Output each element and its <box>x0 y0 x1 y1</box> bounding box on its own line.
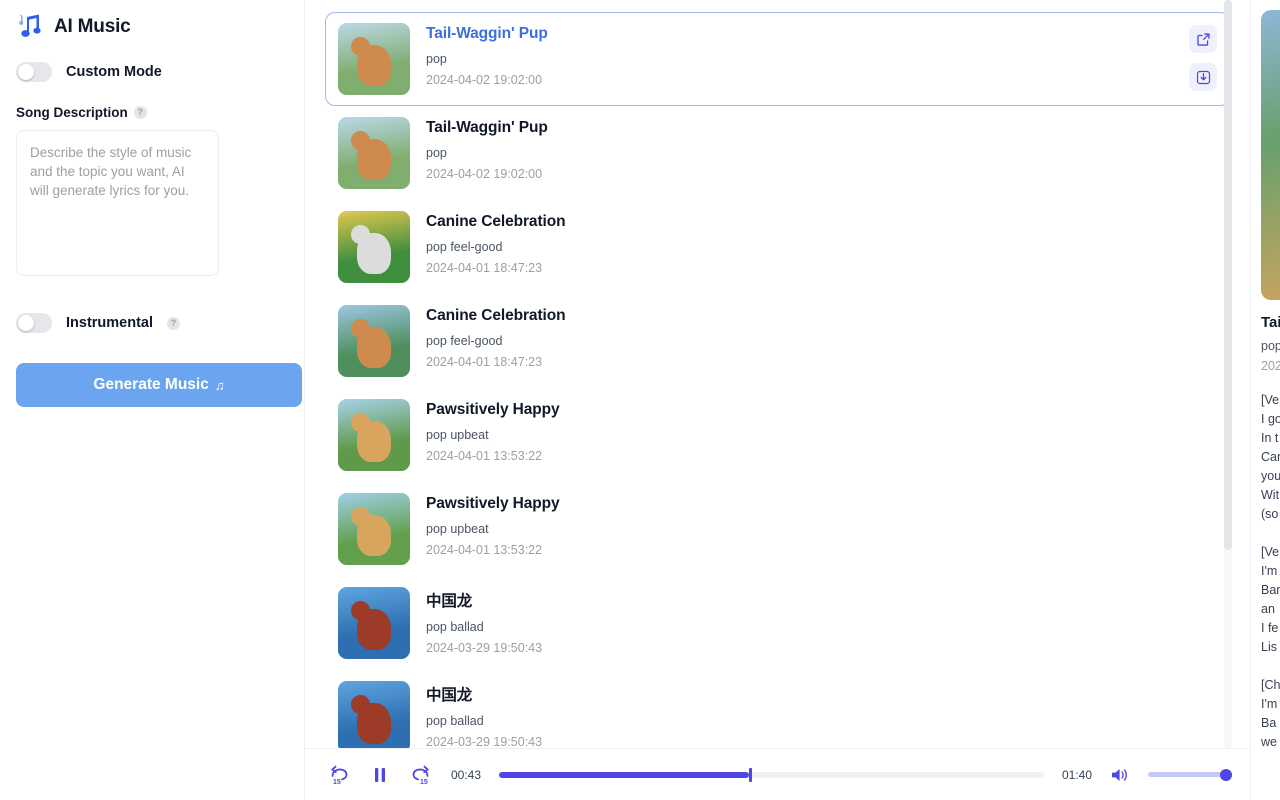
song-cover-thumbnail[interactable] <box>338 211 410 283</box>
song-description-input[interactable] <box>16 130 219 276</box>
instrumental-toggle[interactable] <box>16 313 52 333</box>
custom-mode-label: Custom Mode <box>66 64 162 80</box>
forward-15-icon[interactable]: 15 <box>407 762 433 788</box>
song-date: 2024-04-01 18:47:23 <box>426 355 543 369</box>
song-cover-thumbnail[interactable] <box>338 305 410 377</box>
song-meta: 中国龙 pop ballad 2024-03-29 19:50:43 <box>426 587 1217 655</box>
song-list-item[interactable]: Pawsitively Happy pop upbeat 2024-04-01 13… <box>325 388 1230 482</box>
detail-title: Tail-Waggin' Pup <box>1261 314 1280 331</box>
song-date: 2024-04-01 13:53:22 <box>426 449 543 463</box>
song-list-scrollbar-thumb[interactable] <box>1224 0 1232 550</box>
total-time: 01:40 <box>1061 767 1093 782</box>
song-cover-thumbnail[interactable] <box>338 117 410 189</box>
question-mark-icon[interactable]: ? <box>167 316 181 330</box>
song-description-label: Song Description <box>16 104 128 120</box>
song-list[interactable]: Tail-Waggin' Pup pop 2024-04-02 19:02:00 Ta… <box>305 0 1250 748</box>
song-date: 2024-04-01 18:47:23 <box>426 261 543 275</box>
song-meta: Canine Celebration pop feel-good 2024-04-0… <box>426 211 1217 275</box>
song-cover-thumbnail[interactable] <box>338 23 410 95</box>
song-title: Tail-Waggin' Pup <box>426 25 548 42</box>
instrumental-label: Instrumental <box>66 315 154 331</box>
song-detail-panel: Tail-Waggin' Pup pop 2024-04-02 19:02:00… <box>1250 0 1280 800</box>
song-title: 中国龙 <box>426 687 473 704</box>
song-title: Canine Celebration <box>426 307 566 324</box>
volume-slider[interactable] <box>1148 768 1232 782</box>
song-title: Pawsitively Happy <box>426 401 560 418</box>
download-icon[interactable] <box>1189 63 1217 91</box>
song-list-item[interactable]: 中国龙 pop ballad 2024-03-29 19:50:43 <box>325 670 1230 748</box>
song-description-label-row: Song Description ? <box>8 102 296 122</box>
app-root: AI Music Custom Mode Song Description ? … <box>0 0 1280 800</box>
external-link-icon[interactable] <box>1189 25 1217 53</box>
song-list-item[interactable]: Tail-Waggin' Pup pop 2024-04-02 19:02:00 <box>325 106 1230 200</box>
detail-lyrics: [Verse] I go In t Can you Wit (so [Verse… <box>1261 393 1280 749</box>
song-style: pop <box>426 52 447 66</box>
question-mark-icon[interactable]: ? <box>133 105 147 119</box>
song-cover-thumbnail[interactable] <box>338 493 410 565</box>
song-list-item[interactable]: Canine Celebration pop feel-good 2024-04-0… <box>325 294 1230 388</box>
current-time: 00:43 <box>450 767 482 782</box>
song-date: 2024-04-01 13:53:22 <box>426 543 543 557</box>
song-title: 中国龙 <box>426 593 473 610</box>
progress-knob[interactable] <box>748 767 752 782</box>
song-cover-thumbnail[interactable] <box>338 399 410 471</box>
volume-icon[interactable] <box>1110 765 1132 785</box>
song-meta: Pawsitively Happy pop upbeat 2024-04-01 13… <box>426 493 1217 557</box>
svg-text:15: 15 <box>420 779 428 786</box>
song-style: pop ballad <box>426 620 484 634</box>
song-style: pop ballad <box>426 714 484 728</box>
song-style: pop upbeat <box>426 522 489 536</box>
song-meta: 中国龙 pop ballad 2024-03-29 19:50:43 <box>426 681 1217 748</box>
song-title: Canine Celebration <box>426 213 566 230</box>
instrumental-row: Instrumental ? <box>8 305 296 341</box>
song-style: pop upbeat <box>426 428 489 442</box>
custom-mode-row: Custom Mode <box>8 54 296 90</box>
song-meta: Tail-Waggin' Pup pop 2024-04-02 19:02:00 <box>426 117 1217 181</box>
custom-mode-toggle[interactable] <box>16 62 52 82</box>
pause-button[interactable] <box>367 762 393 788</box>
progress-fill <box>499 771 749 778</box>
audio-player-bar: 15 15 00:43 01:40 <box>305 748 1250 800</box>
song-list-panel: Tail-Waggin' Pup pop 2024-04-02 19:02:00 Ta… <box>305 0 1250 800</box>
song-list-scrollbar-track[interactable] <box>1224 0 1232 748</box>
song-meta: Pawsitively Happy pop upbeat 2024-04-01 13… <box>426 399 1217 463</box>
song-style: pop feel-good <box>426 334 503 348</box>
detail-date: 2024-04-02 19:02:00 <box>1261 359 1280 373</box>
music-note-icon: ♫ <box>214 377 225 393</box>
progress-slider[interactable] <box>499 767 1044 782</box>
song-list-item[interactable]: Pawsitively Happy pop upbeat 2024-04-01 13… <box>325 482 1230 576</box>
brand: AI Music <box>8 0 296 44</box>
volume-knob[interactable] <box>1220 768 1232 781</box>
song-title: Tail-Waggin' Pup <box>426 119 548 136</box>
song-meta: Tail-Waggin' Pup pop 2024-04-02 19:02:00 <box>426 23 1173 87</box>
detail-cover-image <box>1261 10 1280 300</box>
rewind-15-icon[interactable]: 15 <box>327 762 353 788</box>
app-title: AI Music <box>54 16 131 37</box>
song-date: 2024-04-02 19:02:00 <box>426 73 543 87</box>
generate-music-label: Generate Music <box>93 376 209 393</box>
song-list-item[interactable]: Canine Celebration pop feel-good 2024-04-0… <box>325 200 1230 294</box>
generate-music-button[interactable]: Generate Music ♫ <box>16 363 302 407</box>
svg-text:15: 15 <box>333 779 341 786</box>
song-date: 2024-03-29 19:50:43 <box>426 641 543 655</box>
song-date: 2024-03-29 19:50:43 <box>426 735 543 748</box>
music-note-icon <box>16 13 46 41</box>
sidebar: AI Music Custom Mode Song Description ? … <box>0 0 305 800</box>
song-list-item[interactable]: 中国龙 pop ballad 2024-03-29 19:50:43 <box>325 576 1230 670</box>
song-date: 2024-04-02 19:02:00 <box>426 167 543 181</box>
song-style: pop <box>426 146 447 160</box>
song-cover-thumbnail[interactable] <box>338 681 410 748</box>
song-cover-thumbnail[interactable] <box>338 587 410 659</box>
song-list-item[interactable]: Tail-Waggin' Pup pop 2024-04-02 19:02:00 <box>325 12 1230 106</box>
song-style: pop feel-good <box>426 240 503 254</box>
song-meta: Canine Celebration pop feel-good 2024-04-0… <box>426 305 1217 369</box>
detail-style: pop <box>1261 339 1280 353</box>
song-row-actions <box>1189 23 1217 91</box>
song-title: Pawsitively Happy <box>426 495 560 512</box>
